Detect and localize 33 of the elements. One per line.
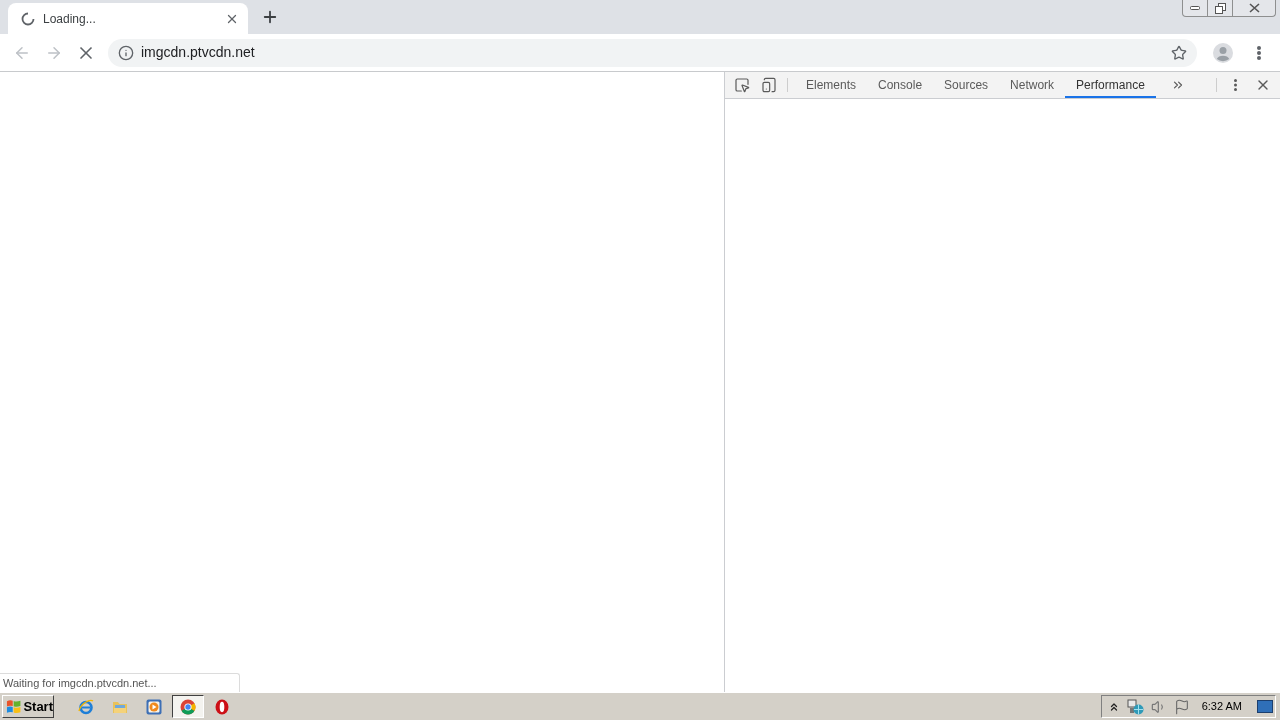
segmented-ball-icon [180,698,196,715]
vertical-dots-icon [1257,45,1261,60]
devtools-tab[interactable]: Network [999,72,1066,98]
vertical-dots-icon [1233,79,1237,91]
devtools-tab[interactable]: Sources [933,72,1000,98]
address-text: imgcdn.ptvcdn.net [141,43,256,62]
taskbar-app-button[interactable] [172,695,204,718]
address-bar[interactable]: imgcdn.ptvcdn.net [108,38,1197,67]
devices-icon [761,77,777,93]
devtools-tab[interactable]: Elements [795,72,868,98]
start-button[interactable]: Start [2,695,54,718]
device-toolbar-button[interactable] [760,77,778,93]
restore-icon [1214,2,1226,14]
devtools-tab[interactable]: Performance [1065,72,1156,98]
flag-icon[interactable] [1173,698,1190,715]
network-icon[interactable] [1126,698,1144,715]
plus-icon [261,8,279,26]
info-icon[interactable] [118,44,134,61]
tab-title: Loading... [43,10,97,28]
pointer-square-icon [734,77,750,93]
inspect-element-button[interactable] [733,77,751,93]
o-ring-icon [214,698,230,715]
play-tile-icon [146,698,162,715]
clock-time[interactable]: 6:32 AM [1201,698,1242,715]
status-bubble: Waiting for imgcdn.ptvcdn.net... [0,673,240,692]
globe-e-icon [78,698,94,715]
star-icon [1171,44,1187,61]
devtools-tab[interactable]: Console [867,72,934,98]
avatar-icon [1213,42,1233,63]
browser-tab[interactable]: Loading... [8,3,248,34]
windows-logo-icon [6,699,22,714]
close-icon [1248,3,1260,13]
minimize-icon [1190,6,1200,10]
